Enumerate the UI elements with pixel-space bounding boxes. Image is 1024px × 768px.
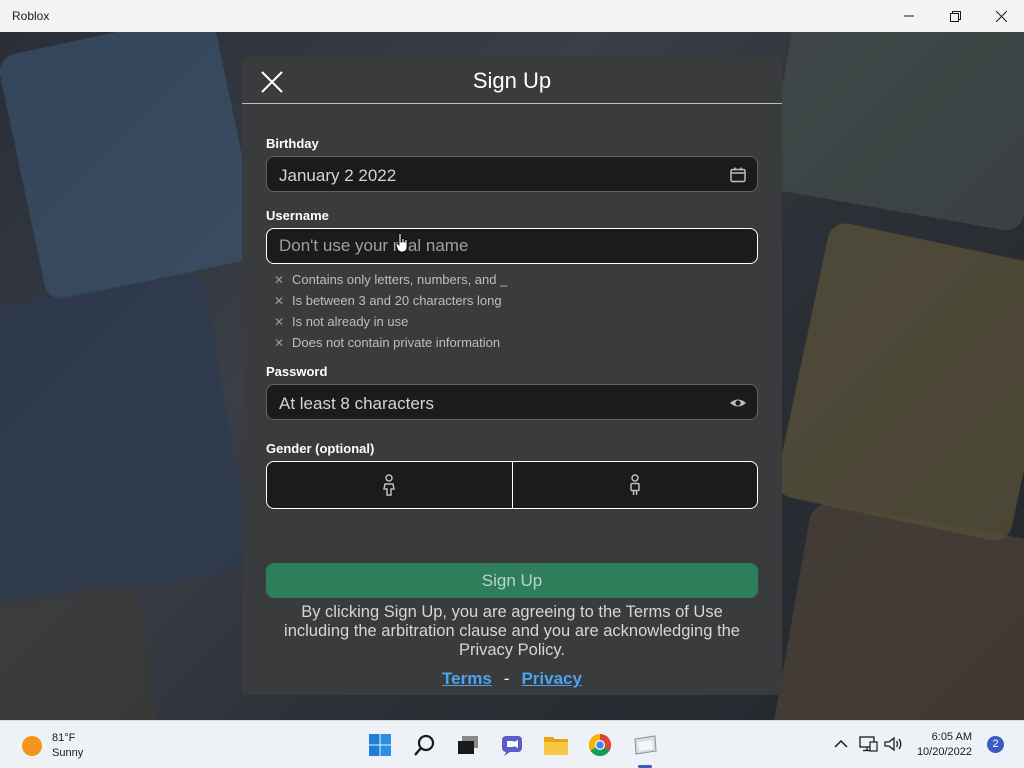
weather-condition: Sunny [52,747,84,759]
background-tile [0,581,162,720]
start-button[interactable] [366,731,394,759]
hand-cursor-icon [395,233,408,253]
username-rules: ✕ Contains only letters, numbers, and _ ✕… [274,269,507,353]
fail-x-icon: ✕ [274,335,285,350]
windows-start-icon [369,734,391,756]
file-explorer-button[interactable] [542,731,570,759]
minimize-button[interactable] [886,0,932,32]
birthday-field[interactable]: January 2 2022 [266,156,758,192]
rule-item: ✕ Does not contain private information [274,335,501,350]
notification-badge[interactable]: 2 [987,736,1004,753]
task-view-icon [458,736,478,754]
username-field[interactable] [266,228,758,264]
birthday-label: Birthday [266,136,319,151]
volume-control[interactable] [882,733,904,755]
modal-title: Sign Up [472,68,552,93]
teams-chat-button[interactable] [498,731,526,759]
rule-item: ✕ Is between 3 and 20 characters long [274,293,502,308]
terms-link[interactable]: Terms [442,669,492,688]
restore-button[interactable] [932,0,978,32]
chrome-icon [589,734,611,756]
network-icon [859,736,878,752]
fail-x-icon: ✕ [274,272,285,287]
birthday-value: January 2 2022 [279,166,397,185]
terms-notice: By clicking Sign Up, you are agreeing to… [284,603,740,659]
clock-date: 10/20/2022 [916,746,972,758]
gender-male-button[interactable] [511,462,758,508]
window-titlebar: Roblox [0,0,1024,32]
show-hidden-icons-button[interactable] [830,733,852,755]
fail-x-icon: ✕ [274,293,285,308]
taskbar: 81°F Sunny 6:05 AM 10/20/2022 [0,720,1024,768]
roblox-taskbar-button[interactable] [631,731,659,759]
window-title: Roblox [12,9,50,23]
male-icon [630,474,640,495]
taskbar-search-button[interactable] [411,731,439,759]
sun-icon [22,736,42,756]
gender-female-button[interactable] [267,462,512,508]
female-icon [383,474,396,496]
network-status[interactable] [857,733,879,755]
weather-temperature: 81°F [52,732,76,744]
password-label: Password [266,364,328,379]
clock-time: 6:05 AM [931,731,972,743]
background-tile [773,220,1024,544]
password-field[interactable]: At least 8 characters [266,384,758,420]
chevron-up-icon [834,739,848,748]
fail-x-icon: ✕ [274,314,285,329]
modal-header: Sign Up [242,56,782,104]
rule-item: ✕ Is not already in use [274,314,409,329]
weather-widget[interactable]: 81°F Sunny [22,731,83,761]
rule-item: ✕ Contains only letters, numbers, and _ [274,272,508,287]
background-tile [771,501,1024,720]
roblox-icon [634,735,657,755]
task-view-button[interactable] [454,731,482,759]
minimize-icon [904,15,914,17]
eye-icon[interactable] [729,394,747,412]
privacy-link[interactable]: Privacy [521,669,582,688]
folder-icon [544,737,568,755]
signup-modal: Sign Up Birthday January 2 2022 Username… [242,56,782,695]
system-clock[interactable]: 6:05 AM 10/20/2022 [908,730,972,760]
chat-icon [502,736,522,756]
background-tile [0,32,264,303]
close-window-button[interactable] [978,0,1024,32]
legal-links: Terms - Privacy [242,669,782,689]
background-tile [764,32,1024,234]
gender-label: Gender (optional) [266,441,375,456]
speaker-icon [884,736,902,752]
chrome-button[interactable] [586,731,614,759]
username-label: Username [266,208,329,223]
password-placeholder: At least 8 characters [279,394,434,413]
background-tile [0,271,255,613]
restore-icon [949,10,961,22]
search-icon [414,734,435,756]
link-separator: - [503,669,510,688]
close-window-icon [995,10,1007,22]
username-input[interactable] [267,229,757,263]
calendar-icon[interactable] [729,166,747,184]
signup-button[interactable]: Sign Up [266,563,758,598]
gender-selector [266,461,758,509]
